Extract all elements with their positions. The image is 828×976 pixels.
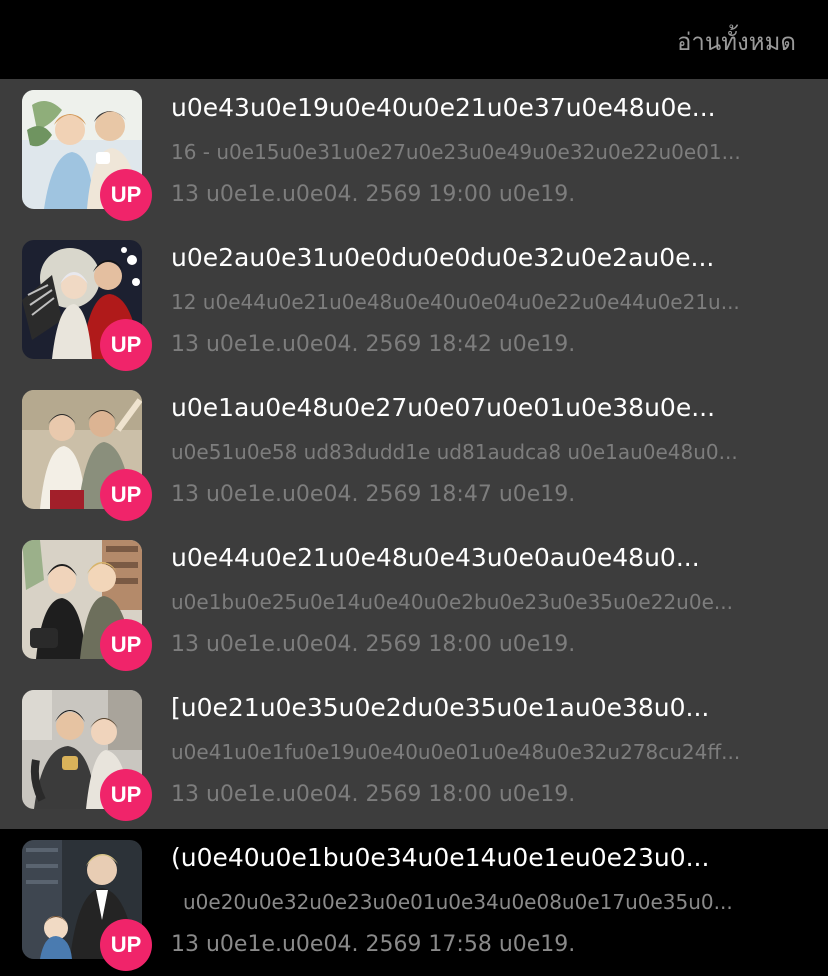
list-item[interactable]: UP u0e43u0e19u0e40u0e21u0e37u0e48u0e... … <box>0 79 828 229</box>
read-all-button[interactable]: อ่านทั้งหมด <box>677 22 796 61</box>
up-badge: UP <box>100 319 152 371</box>
item-subtitle: u0e51u0e58 ud83dudd1e ud81audca8 u0e1au0… <box>171 440 738 464</box>
item-title: u0e1au0e48u0e27u0e07u0e01u0e38u0e... <box>171 393 716 422</box>
item-timestamp: 13 u0e1e.u0e04. 2569 18:42 u0e19. <box>171 332 576 357</box>
item-timestamp: 13 u0e1e.u0e04. 2569 18:00 u0e19. <box>171 632 576 657</box>
up-badge: UP <box>100 919 152 971</box>
item-subtitle: 12 u0e44u0e21u0e48u0e40u0e04u0e22u0e44u0… <box>171 290 740 314</box>
notification-list: UP u0e43u0e19u0e40u0e21u0e37u0e48u0e... … <box>0 79 828 976</box>
list-item[interactable]: UP (u0e40u0e1bu0e34u0e14u0e1eu0e23u0... … <box>0 829 828 976</box>
list-item[interactable]: UP u0e44u0e21u0e48u0e43u0e0au0e48u0... u… <box>0 529 828 679</box>
item-subtitle: u0e1bu0e25u0e14u0e40u0e2bu0e23u0e35u0e22… <box>171 590 733 614</box>
list-item[interactable]: UP [u0e21u0e35u0e2du0e35u0e1au0e38u0... … <box>0 679 828 829</box>
list-item[interactable]: UP u0e1au0e48u0e27u0e07u0e01u0e38u0e... … <box>0 379 828 529</box>
item-title: u0e43u0e19u0e40u0e21u0e37u0e48u0e... <box>171 93 716 122</box>
item-title: (u0e40u0e1bu0e34u0e14u0e1eu0e23u0... <box>171 843 710 872</box>
up-badge: UP <box>100 769 152 821</box>
item-timestamp: 13 u0e1e.u0e04. 2569 17:58 u0e19. <box>171 932 576 957</box>
up-badge: UP <box>100 169 152 221</box>
item-title: u0e44u0e21u0e48u0e43u0e0au0e48u0... <box>171 543 700 572</box>
up-badge: UP <box>100 469 152 521</box>
top-bar: อ่านทั้งหมด <box>0 0 828 79</box>
item-subtitle: u0e41u0e1fu0e19u0e40u0e01u0e48u0e32u278c… <box>171 740 741 764</box>
item-subtitle: 16 - u0e15u0e31u0e27u0e23u0e49u0e32u0e22… <box>171 140 741 164</box>
up-badge: UP <box>100 619 152 671</box>
item-timestamp: 13 u0e1e.u0e04. 2569 18:47 u0e19. <box>171 482 576 507</box>
item-timestamp: 13 u0e1e.u0e04. 2569 18:00 u0e19. <box>171 782 576 807</box>
item-title: [u0e21u0e35u0e2du0e35u0e1au0e38u0... <box>171 693 710 722</box>
item-title: u0e2au0e31u0e0du0e0du0e32u0e2au0e... <box>171 243 715 272</box>
item-timestamp: 13 u0e1e.u0e04. 2569 19:00 u0e19. <box>171 182 576 207</box>
item-subtitle: u0e20u0e32u0e23u0e01u0e34u0e08u0e17u0e35… <box>183 890 733 914</box>
list-item[interactable]: UP u0e2au0e31u0e0du0e0du0e32u0e2au0e... … <box>0 229 828 379</box>
